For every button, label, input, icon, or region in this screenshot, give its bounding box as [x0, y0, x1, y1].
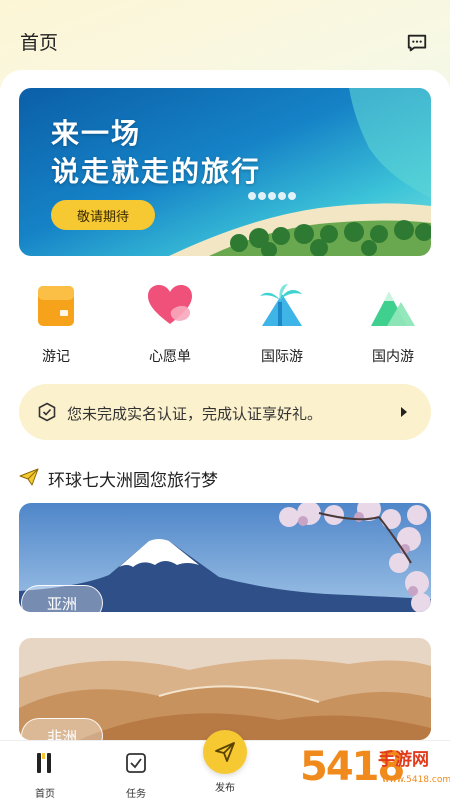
chat-bubble-icon[interactable]: [406, 32, 428, 54]
tab-label: 发布: [215, 783, 235, 794]
quick-action-domestic[interactable]: 国内游: [348, 280, 438, 366]
verify-text: 您未完成实名认证，完成认证享好礼。: [67, 405, 323, 423]
real-name-verify-banner[interactable]: 您未完成实名认证，完成认证享好礼。: [19, 384, 431, 440]
paper-plane-icon: [19, 468, 39, 486]
chevron-right-icon: [401, 407, 407, 417]
send-icon: [215, 742, 235, 762]
continent-tag: 亚洲: [21, 585, 103, 612]
promo-banner[interactable]: 来一场 说走就走的旅行 敬请期待: [19, 88, 431, 256]
journal-icon: [38, 286, 74, 326]
tab-label: 首页: [35, 789, 55, 800]
quick-action-label: 国际游: [261, 349, 303, 365]
watermark-brand: 手游网: [378, 750, 429, 770]
palm-tree-icon: [260, 284, 302, 326]
coming-soon-button[interactable]: 敬请期待: [51, 200, 155, 230]
tab-tasks[interactable]: 任务: [106, 751, 166, 800]
tab-home[interactable]: 首页: [15, 751, 75, 800]
watermark-url: www.5418.com: [382, 775, 450, 785]
tab-label: 任务: [126, 789, 146, 800]
quick-action-wishlist[interactable]: 心愿单: [125, 280, 215, 366]
quick-action-label: 心愿单: [149, 349, 191, 365]
publish-button[interactable]: [203, 730, 247, 774]
home-icon: [37, 753, 51, 773]
quick-action-label: 游记: [42, 349, 70, 365]
site-watermark-logo: 5418 手游网 www.5418.com: [300, 742, 450, 796]
heart-icon: [148, 285, 192, 324]
shield-icon: [38, 402, 56, 422]
task-check-icon: [126, 753, 146, 773]
mountain-icon: [371, 292, 415, 326]
continent-tag: 非洲: [21, 718, 103, 740]
banner-headline-1: 来一场: [51, 117, 142, 150]
quick-action-journal[interactable]: 游记: [11, 280, 101, 366]
quick-action-international[interactable]: 国际游: [237, 280, 327, 366]
destination-card-asia[interactable]: 亚洲: [19, 503, 431, 612]
banner-headline-2: 说走就走的旅行: [51, 155, 262, 188]
section-title: 环球七大洲圆您旅行梦: [48, 471, 218, 491]
page-title: 首页: [20, 32, 59, 54]
top-bar: 首页: [0, 0, 450, 70]
quick-action-label: 国内游: [372, 349, 414, 365]
destination-card-africa[interactable]: 非洲: [19, 638, 431, 740]
